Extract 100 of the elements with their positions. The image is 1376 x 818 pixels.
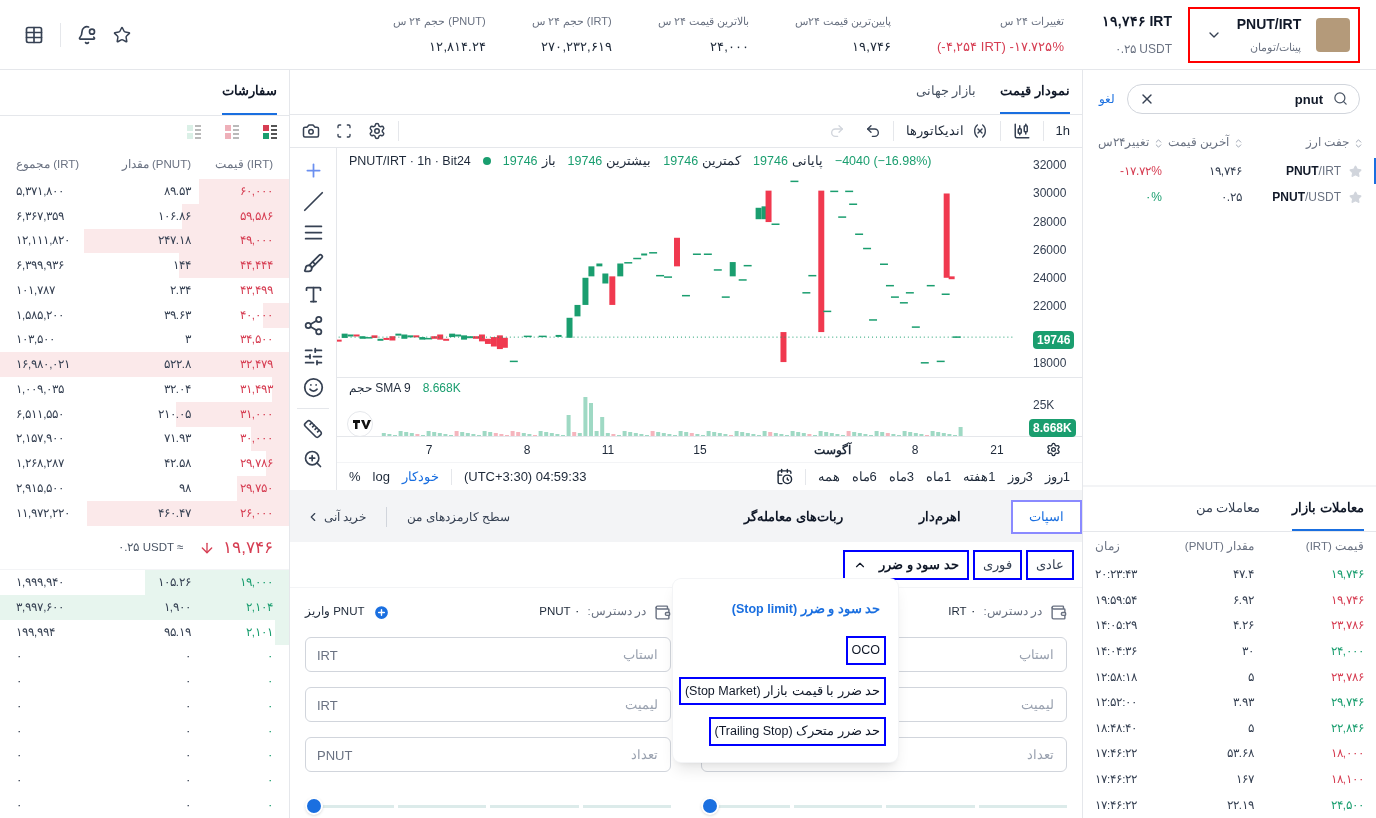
cancel-link[interactable]: لغو xyxy=(1099,90,1115,108)
menu-item[interactable]: حد ضرر متحرک (Trailing Stop) xyxy=(708,717,886,746)
range-button[interactable]: 3روز xyxy=(1007,466,1033,487)
nodes-icon[interactable] xyxy=(302,315,324,336)
search-field[interactable]: pnut xyxy=(1127,84,1360,114)
price-cell-text: ۲۹,۷۴۶ xyxy=(1329,695,1364,711)
amount-cell-text: ۹۵.۱۹ xyxy=(162,624,191,640)
layout-icon[interactable] xyxy=(263,125,277,140)
price-cell-text: ۲۴,۵۰۰ xyxy=(1329,797,1364,813)
sliders-icon[interactable] xyxy=(302,346,324,367)
ohlc-value: 19746 xyxy=(567,152,603,170)
calendar-icon[interactable] xyxy=(775,468,793,485)
total-cell-text: ۶,۳۶۷,۳۵۹ xyxy=(15,208,66,224)
smiley-icon[interactable] xyxy=(302,377,324,398)
price-cell-text: ۱۹,۷۴۶ xyxy=(1329,592,1364,608)
amount-cell-text: ۲۱۰.۰۵ xyxy=(156,406,191,422)
brush-icon[interactable] xyxy=(302,253,324,274)
amount-cell-text: ۰ xyxy=(184,773,191,789)
scale-option[interactable]: % xyxy=(349,466,361,487)
menu-item[interactable]: حد ضرر با قیمت بازار (Stop Market) xyxy=(678,676,886,706)
stat-label: تغییرات ۲۴ س xyxy=(999,13,1064,29)
pair-quote: /IRT xyxy=(1318,163,1341,180)
table-icon[interactable] xyxy=(24,24,44,45)
plus-icon[interactable] xyxy=(372,603,390,621)
undo-icon[interactable] xyxy=(864,123,881,139)
pair-quote: /USDT xyxy=(1305,189,1341,206)
slider-thumb[interactable] xyxy=(305,797,323,815)
function-icon[interactable] xyxy=(971,123,988,139)
available-label: در دسترس: xyxy=(587,604,646,620)
price-usdt: ۰.۲۵ USDT ≈ xyxy=(118,539,184,555)
slider-thumb[interactable] xyxy=(701,797,719,815)
volume-legend: حجم SMA 9 xyxy=(349,378,411,397)
price-cell-text: ۰ xyxy=(266,649,274,665)
deposit-link[interactable]: واریز PNUT xyxy=(305,603,365,621)
trade-tab[interactable]: ربات‌های معامله‌گر xyxy=(726,500,861,534)
trades-tab[interactable]: معاملات من xyxy=(1195,497,1261,532)
amount-cell-text: ۰ xyxy=(184,649,191,665)
total-cell-text: ۱,۲۶۸,۲۸۷ xyxy=(15,456,66,472)
range-button[interactable]: 1هفته xyxy=(963,466,996,487)
ohlc-value: 19746 xyxy=(753,152,788,170)
total-cell-text: ۰ xyxy=(15,723,23,739)
star-icon[interactable] xyxy=(113,25,131,44)
available-label: در دسترس: xyxy=(983,604,1042,620)
price-cell-text: ۰.۲۵ xyxy=(1219,189,1242,206)
range-button[interactable]: 1ماه xyxy=(926,466,952,487)
menu-item[interactable]: حد سود و ضرر (Stop limit) xyxy=(725,595,886,624)
ohlc-label: پایانی xyxy=(791,152,823,171)
link[interactable]: سطح کارمزدهای من xyxy=(407,508,510,526)
range-button[interactable]: 6ماه xyxy=(851,466,877,487)
range-button[interactable]: همه xyxy=(817,466,840,487)
orders-tab[interactable]: سفارشات xyxy=(222,81,277,115)
price-cell-text: ۶۰,۰۰۰ xyxy=(238,183,274,199)
settings-icon[interactable] xyxy=(1046,442,1061,457)
price-cell-text: ۱۹,۰۰۰ xyxy=(238,575,274,591)
ohlc-value: 19746 xyxy=(502,152,538,170)
order-type-tab[interactable]: فوری xyxy=(973,549,1022,580)
line-tool-icon[interactable] xyxy=(302,191,324,212)
range-button[interactable]: 3ماه xyxy=(888,466,915,487)
slider-track[interactable] xyxy=(701,797,1067,815)
stat-value: (-۴,۲۵۴ IRT) -۱۷.۷۲۵% xyxy=(936,38,1064,56)
order-type-tab[interactable]: عادی xyxy=(1026,549,1074,580)
amount-cell-text: ۷۱.۹۳ xyxy=(162,431,191,447)
link[interactable]: خرید آنی xyxy=(324,508,367,526)
slider-track[interactable] xyxy=(305,797,671,815)
ruler-icon[interactable] xyxy=(303,419,323,439)
interval-button[interactable]: 1h xyxy=(1055,121,1070,141)
order-row[interactable]: ۱۶,۹۸۰,۰۲۱ ۵۲۲.۸ ۳۲,۴۷۹ xyxy=(0,352,289,378)
column-header: زمان xyxy=(1095,539,1120,555)
total-cell-text: ۱۶,۹۸۰,۰۲۱ xyxy=(15,357,72,373)
amount-cell-text: ۱,۹۰۰ xyxy=(162,599,191,615)
chart-tab[interactable]: نمودار قیمت xyxy=(1000,80,1070,114)
time-label: 7 xyxy=(424,441,434,459)
chart-tab[interactable]: بازار جهانی xyxy=(915,80,977,114)
zoom-in-icon[interactable] xyxy=(303,449,323,469)
time-label: 8 xyxy=(522,441,532,459)
total-cell-text: ۰ xyxy=(15,797,23,813)
trade-tab[interactable]: اهرم‌دار xyxy=(901,500,979,534)
trade-tab[interactable]: اسپات xyxy=(1011,500,1082,534)
alarm-icon[interactable] xyxy=(77,24,97,45)
indicators-button[interactable]: اندیکاتورها xyxy=(905,121,964,141)
axis-label: 30000 xyxy=(1033,185,1068,203)
amount-cell-text: ۱۰۶.۸۶ xyxy=(156,208,191,224)
total-cell-text: ۰ xyxy=(15,748,23,764)
axis-label: 22000 xyxy=(1033,298,1068,316)
price-cell-text: ۴۰,۰۰۰ xyxy=(238,307,274,323)
change-cell-text: -۱۷.۷۲% xyxy=(1120,163,1162,180)
scale-option[interactable]: log xyxy=(372,466,390,487)
fullscreen-icon[interactable] xyxy=(336,123,352,139)
settings-icon[interactable] xyxy=(368,122,386,140)
camera-icon[interactable] xyxy=(302,122,320,140)
candlestick-icon[interactable] xyxy=(1012,122,1031,140)
stat-label: بالاترین قیمت ۲۴ س xyxy=(657,13,749,29)
order-row[interactable]: ۳,۹۹۷,۶۰۰ ۱,۹۰۰ ۲,۱۰۴ xyxy=(0,595,289,620)
menu-item[interactable]: OCO xyxy=(845,635,886,665)
trades-tab[interactable]: معاملات بازار xyxy=(1292,497,1364,532)
stat-label: پایین‌ترین قیمت ۲۴س xyxy=(794,13,891,29)
volume-tag: 8.668K xyxy=(1029,419,1076,437)
scale-option[interactable]: خودکار xyxy=(401,466,439,487)
wallet-icon xyxy=(654,603,671,621)
range-button[interactable]: 1روز xyxy=(1044,466,1070,487)
